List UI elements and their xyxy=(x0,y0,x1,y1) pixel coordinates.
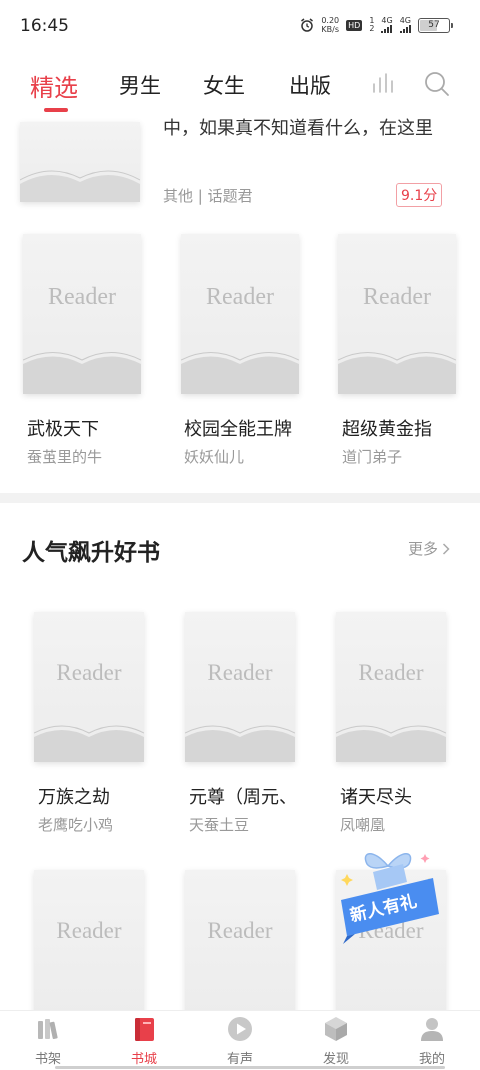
cover-text: Reader xyxy=(207,660,273,685)
book-title[interactable]: 武极天下 xyxy=(27,415,99,441)
book-cover[interactable]: Reader xyxy=(338,234,456,394)
book-cover[interactable]: Reader xyxy=(34,612,144,762)
book-author: 凤嘲凰 xyxy=(340,816,386,834)
nav-audio[interactable]: 有声 xyxy=(210,1015,270,1067)
net-speed: 0.20 KB/s xyxy=(321,16,339,34)
search-icon[interactable] xyxy=(423,70,451,98)
signal1-label: 4G xyxy=(381,16,393,25)
nav-bookstore[interactable]: 书城 xyxy=(114,1015,174,1067)
nav-label: 书城 xyxy=(130,1052,157,1067)
book-title[interactable]: 超级黄金指 xyxy=(342,415,432,441)
book-cover[interactable]: Reader xyxy=(34,870,144,1020)
sim-indicator: 1 2 xyxy=(369,17,374,33)
cover-text: Reader xyxy=(363,284,431,310)
cover-text: Reader xyxy=(207,918,273,943)
signal-bars-icon xyxy=(381,25,393,33)
book-cover[interactable]: Reader xyxy=(23,234,141,394)
book-author: 妖妖仙儿 xyxy=(184,448,245,466)
tab-publish[interactable]: 出版 xyxy=(289,70,331,100)
tab-male[interactable]: 男生 xyxy=(119,70,161,100)
chevron-right-icon xyxy=(442,542,450,555)
home-indicator xyxy=(55,1066,445,1069)
nav-label: 书架 xyxy=(34,1052,61,1067)
top-nav: 精选 男生 女生 出版 xyxy=(0,60,480,112)
tab-featured[interactable]: 精选 xyxy=(30,68,78,103)
net-speed-value: 0.20 xyxy=(321,16,340,25)
bookshelf-icon xyxy=(38,1019,58,1040)
cover-text: Reader xyxy=(206,284,274,310)
user-icon xyxy=(421,1018,443,1041)
book-cover[interactable]: Reader xyxy=(185,870,295,1020)
book-meta: 其他 | 话题君 xyxy=(163,187,253,205)
nav-discover[interactable]: 发现 xyxy=(306,1015,366,1067)
nav-bookshelf[interactable]: 书架 xyxy=(18,1015,78,1067)
score-badge: 9.1分 xyxy=(396,183,443,207)
nav-label: 我的 xyxy=(418,1052,445,1067)
book-title[interactable]: 诸天尽头 xyxy=(340,783,450,809)
signal-1: 4G xyxy=(381,16,393,33)
more-label: 更多 xyxy=(408,540,439,558)
nav-label: 发现 xyxy=(322,1052,349,1067)
cover-text: Reader xyxy=(56,660,122,685)
bar-chart-icon[interactable] xyxy=(370,70,398,98)
book-author: 老鹰吃小鸡 xyxy=(38,816,114,834)
book-author: 蚕茧里的牛 xyxy=(27,448,103,466)
book-author: 天蚕土豆 xyxy=(189,816,250,834)
battery-level: 57 xyxy=(428,20,440,30)
battery-icon: 57 xyxy=(418,17,453,33)
bookstore-icon xyxy=(135,1018,154,1041)
hd-badge: HD xyxy=(346,19,363,31)
book-cover[interactable]: Reader xyxy=(336,612,446,762)
play-icon xyxy=(228,1017,252,1041)
new-user-gift[interactable]: 新人有礼 xyxy=(333,838,443,948)
section-divider xyxy=(0,493,480,503)
book-description: 中，如果真不知道看什么，在这里 xyxy=(163,118,433,139)
status-icons: 0.20 KB/s HD 1 2 4G 4G 57 xyxy=(300,16,453,34)
book-author: 道门弟子 xyxy=(342,448,403,466)
signal-2: 4G xyxy=(399,16,411,33)
sim2-label: 2 xyxy=(369,24,375,33)
book-cover[interactable]: Reader xyxy=(185,612,295,762)
book-title[interactable]: 元尊（周元、 xyxy=(189,783,299,809)
bottom-nav: 书架 书城 有声 发现 我的 xyxy=(0,1010,480,1070)
book-cover[interactable]: Reader xyxy=(181,234,299,394)
nav-label: 有声 xyxy=(226,1052,253,1067)
book-cover[interactable] xyxy=(20,122,140,202)
nav-profile[interactable]: 我的 xyxy=(402,1015,462,1067)
cover-text: Reader xyxy=(358,660,424,685)
tab-underline xyxy=(44,108,68,112)
cover-text: Reader xyxy=(48,284,116,310)
signal2-label: 4G xyxy=(399,16,411,25)
signal-bars-icon xyxy=(399,25,411,33)
status-bar: 16:45 0.20 KB/s HD 1 2 4G 4G 57 xyxy=(0,0,480,52)
status-time: 16:45 xyxy=(20,16,69,36)
more-link[interactable]: 更多 xyxy=(408,538,450,559)
book-title[interactable]: 万族之劫 xyxy=(38,783,148,809)
net-speed-unit: KB/s xyxy=(321,25,340,34)
book-title[interactable]: 校园全能王牌 xyxy=(184,415,292,441)
cube-icon xyxy=(325,1017,347,1041)
section-title: 人气飙升好书 xyxy=(22,539,160,566)
cover-text: Reader xyxy=(56,918,122,943)
tab-female[interactable]: 女生 xyxy=(203,70,245,100)
alarm-icon xyxy=(301,18,314,32)
